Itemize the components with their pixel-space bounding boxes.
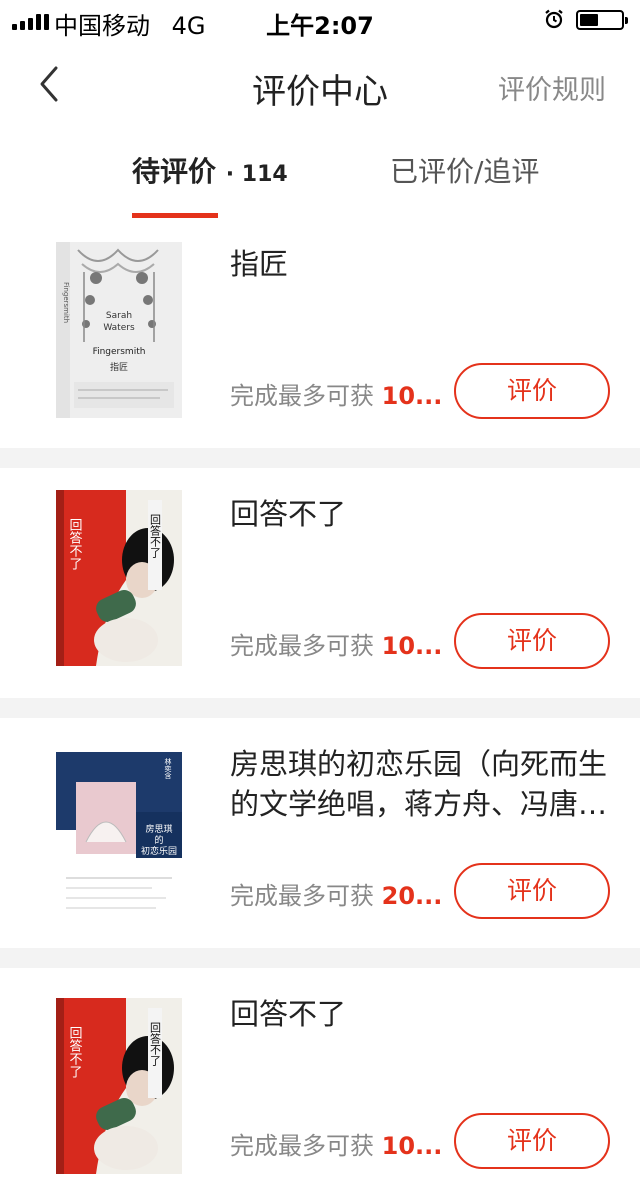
reward-points: 20...	[381, 882, 443, 910]
reward-points: 10...	[381, 1132, 443, 1160]
reward-label: 完成最多可获	[230, 882, 374, 910]
reward-info: 完成最多可获 10...	[230, 626, 442, 661]
review-button[interactable]: 评价	[454, 1113, 610, 1169]
svg-text:Fingersmith: Fingersmith	[93, 347, 146, 357]
svg-text:Sarah: Sarah	[106, 311, 132, 321]
list-item: 回答不了 回答不了 回答不了 完成最多可获 10... 评价	[0, 468, 640, 698]
reward-points: 10...	[381, 632, 443, 660]
review-button[interactable]: 评价	[454, 863, 610, 919]
status-bar: 中国移动 4G 上午2:07	[0, 0, 640, 40]
list-item: Sarah Waters Fingersmith 指匠 Fingersmith …	[0, 218, 640, 448]
review-rules-link[interactable]: 评价规则	[498, 68, 606, 107]
pending-review-list: Sarah Waters Fingersmith 指匠 Fingersmith …	[0, 218, 640, 1198]
book-title[interactable]: 房思琪的初恋乐园（向死而生的文学绝唱，蒋方舟、冯唐…	[230, 744, 614, 824]
reward-info: 完成最多可获 10...	[230, 1126, 442, 1161]
svg-text:的: 的	[154, 834, 163, 846]
book-cover-huidabuliao[interactable]: 回答不了 回答不了	[56, 490, 182, 666]
review-button[interactable]: 评价	[454, 613, 610, 669]
svg-text:指匠: 指匠	[110, 361, 128, 373]
list-item: 回答不了 回答不了 回答不了 完成最多可获 10... 评价	[0, 968, 640, 1198]
nav-bar: 评价中心 评价规则	[0, 44, 640, 124]
list-item: 房思琪 的 初恋乐园 林奕含 房思琪的初恋乐园（向死而生的文学绝唱，蒋方舟、冯唐…	[0, 718, 640, 948]
svg-text:初恋乐园: 初恋乐园	[141, 845, 177, 857]
reward-label: 完成最多可获	[230, 632, 374, 660]
book-title[interactable]: 指匠	[230, 244, 614, 284]
reward-label: 完成最多可获	[230, 382, 374, 410]
reward-info: 完成最多可获 20...	[230, 876, 442, 911]
book-cover-huidabuliao[interactable]: 回答不了 回答不了	[56, 998, 182, 1174]
book-cover-fangsiqi[interactable]: 房思琪 的 初恋乐园 林奕含	[56, 752, 182, 928]
pending-count: · 114	[225, 162, 288, 187]
svg-text:林奕含: 林奕含	[164, 757, 172, 780]
tab-reviewed[interactable]: 已评价/追评	[390, 150, 539, 190]
svg-text:回答不了: 回答不了	[149, 1022, 162, 1066]
tab-pending-review[interactable]: 待评价 · 114	[132, 150, 288, 190]
item-divider	[0, 948, 640, 968]
svg-text:房思琪: 房思琪	[145, 823, 172, 835]
svg-text:回答不了: 回答不了	[67, 518, 83, 570]
reward-info: 完成最多可获 10...	[230, 376, 442, 411]
battery-icon	[576, 10, 628, 30]
svg-text:回答不了: 回答不了	[149, 514, 162, 558]
reward-points: 10...	[381, 382, 443, 410]
review-button[interactable]: 评价	[454, 363, 610, 419]
book-title[interactable]: 回答不了	[230, 494, 614, 534]
item-divider	[0, 448, 640, 468]
reward-label: 完成最多可获	[230, 1132, 374, 1160]
review-tabs: 待评价 · 114 已评价/追评	[30, 130, 610, 219]
book-title[interactable]: 回答不了	[230, 994, 614, 1034]
alarm-icon	[545, 9, 563, 29]
svg-text:Waters: Waters	[103, 323, 135, 333]
item-divider	[0, 698, 640, 718]
book-cover-fingersmith[interactable]: Sarah Waters Fingersmith 指匠 Fingersmith	[56, 242, 182, 418]
svg-text:Fingersmith: Fingersmith	[62, 282, 70, 323]
svg-text:回答不了: 回答不了	[67, 1026, 83, 1078]
tab-label: 待评价	[132, 155, 217, 188]
